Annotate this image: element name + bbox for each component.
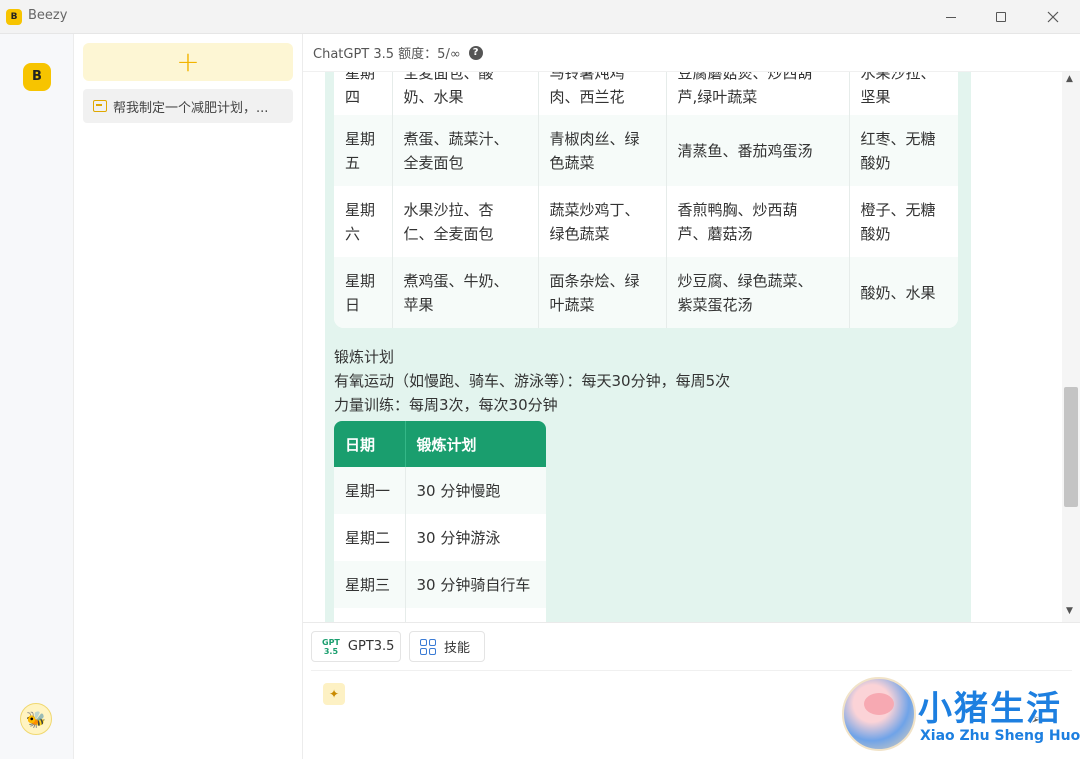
table-cell: 清蒸鱼、番茄鸡蛋汤: [666, 115, 850, 186]
table-cell: 星期 六: [334, 186, 393, 257]
table-cell: 30 分钟打羽毛球: [405, 608, 546, 622]
left-rail: B 🐝: [0, 34, 74, 759]
table-cell: 青椒肉丝、绿 色蔬菜: [538, 115, 667, 186]
table-cell: 马铃薯炖鸡 肉、西兰花: [538, 72, 667, 115]
grid-icon: [420, 638, 436, 655]
model-select-button[interactable]: GPT 3.5 GPT3.5: [311, 631, 401, 662]
assistant-message: 星期 四全麦面包、酸 奶、水果 马铃薯炖鸡 肉、西兰花 豆腐蘑菇煲、炒西葫 芦,绿叶…: [325, 72, 971, 622]
new-chat-button[interactable]: +: [83, 43, 293, 81]
table-row: 星期三 30 分钟骑自行车: [334, 561, 546, 608]
table-cell: 全麦面包、酸 奶、水果: [392, 72, 539, 115]
table-cell: 星期 四: [334, 72, 393, 115]
table-cell: 星期二: [334, 514, 406, 561]
table-cell: 煮鸡蛋、牛奶、 苹果: [392, 257, 539, 328]
meal-plan-table: 星期 四全麦面包、酸 奶、水果 马铃薯炖鸡 肉、西兰花 豆腐蘑菇煲、炒西葫 芦,绿叶…: [334, 72, 958, 328]
table-cell: 橙子、无糖 酸奶: [860, 200, 936, 243]
magic-wand-button[interactable]: ✦: [323, 683, 345, 705]
chat-area[interactable]: 星期 四全麦面包、酸 奶、水果 马铃薯炖鸡 肉、西兰花 豆腐蘑菇煲、炒西葫 芦,绿叶…: [303, 72, 1062, 622]
exercise-plan-title: 锻炼计划: [334, 348, 395, 366]
table-cell: 水果沙拉、杏 仁、全麦面包: [392, 186, 539, 257]
table-cell: 红枣、无糖 酸奶: [849, 115, 958, 186]
table-cell: 星期四: [334, 608, 406, 622]
table-cell: 星期三: [334, 561, 406, 608]
conversation-title: 帮我制定一个减肥计划，...: [113, 100, 269, 116]
skills-label: 技能: [444, 641, 471, 656]
table-cell: 面条杂烩、绿 叶蔬菜: [538, 257, 667, 328]
aerobic-text: 有氧运动（如慢跑、骑车、游泳等）：每天30分钟，每周5次: [334, 372, 731, 390]
table-header: 锻炼计划: [405, 421, 546, 467]
help-icon[interactable]: ?: [468, 45, 483, 60]
conversation-item[interactable]: 帮我制定一个减肥计划，...: [83, 89, 293, 123]
watermark-subtitle: Xiao Zhu Sheng Huo: [920, 728, 1080, 744]
table-cell: 酸奶、水果: [849, 257, 958, 328]
pig-mascot-icon: [842, 677, 916, 751]
app-title: Beezy: [28, 8, 68, 23]
conversation-list: + 帮我制定一个减肥计划，...: [74, 34, 303, 759]
scrollbar[interactable]: ▲ ▼: [1062, 72, 1080, 622]
table-cell: 炒豆腐、绿色蔬菜、 紫菜蛋花汤: [666, 257, 850, 328]
minimize-icon: [946, 16, 956, 18]
table-cell: 星期 日: [334, 257, 393, 328]
table-cell: 30 分钟骑自行车: [405, 561, 546, 608]
table-row: 星期一 30 分钟慢跑: [334, 467, 546, 514]
user-avatar[interactable]: 🐝: [20, 703, 52, 735]
maximize-button[interactable]: [978, 0, 1024, 34]
skills-button[interactable]: 技能: [409, 631, 485, 662]
watermark-title: 小猪生活: [918, 689, 1062, 729]
table-header: 日期: [334, 421, 406, 467]
scroll-thumb[interactable]: [1064, 387, 1078, 507]
table-cell: 豆腐蘑菇煲、炒西葫 芦,绿叶蔬菜: [666, 72, 850, 115]
main-panel: ChatGPT 3.5 额度：5/∞ ? 星期 四全麦面包、酸 奶、水果 马铃薯炖…: [303, 34, 1080, 759]
scroll-down-icon[interactable]: ▼: [1066, 606, 1073, 616]
magic-wand-icon: ✦: [328, 687, 340, 701]
title-bar: B Beezy: [0, 0, 1080, 34]
gpt-icon: GPT 3.5: [322, 637, 340, 656]
table-cell: 蔬菜炒鸡丁、 绿色蔬菜: [538, 186, 667, 257]
table-row: 星期 六水果沙拉、杏 仁、全麦面包 蔬菜炒鸡丁、 绿色蔬菜 香煎鸭胸、炒西葫 芦、蘑…: [334, 186, 958, 257]
table-row: 星期 日煮鸡蛋、牛奶、 苹果 面条杂烩、绿 叶蔬菜 炒豆腐、绿色蔬菜、 紫菜蛋花汤酸…: [334, 257, 958, 328]
model-quota-bar: ChatGPT 3.5 额度：5/∞ ?: [303, 34, 1080, 72]
scroll-up-icon[interactable]: ▲: [1066, 74, 1073, 84]
close-button[interactable]: [1030, 0, 1076, 34]
model-label: GPT3.5: [347, 639, 395, 654]
exercise-table: 日期 锻炼计划 星期一 30 分钟慢跑 星期二 30 分钟游泳 星期三 30 分钟骑自行车…: [334, 421, 546, 622]
table-cell: 星期一: [334, 467, 406, 514]
close-icon: [1047, 11, 1059, 23]
table-row: 星期 五煮蛋、蔬菜汁、 全麦面包 青椒肉丝、绿 色蔬菜 清蒸鱼、番茄鸡蛋汤 红枣、无糖…: [334, 115, 958, 186]
minimize-button[interactable]: [928, 0, 974, 34]
app-logo-icon: B: [6, 9, 22, 25]
maximize-icon: [996, 12, 1006, 22]
plus-icon: +: [176, 45, 200, 78]
table-row: 星期 四全麦面包、酸 奶、水果 马铃薯炖鸡 肉、西兰花 豆腐蘑菇煲、炒西葫 芦,绿叶…: [334, 72, 958, 115]
table-cell: 星期 五: [334, 115, 393, 186]
table-cell: 香煎鸭胸、炒西葫 芦、蘑菇汤: [666, 186, 850, 257]
table-cell: 30 分钟慢跑: [405, 467, 546, 514]
strength-text: 力量训练：每周3次，每次30分钟: [334, 396, 558, 414]
tool-row: GPT 3.5 GPT3.5 技能: [303, 622, 1080, 666]
app-logo-icon[interactable]: B: [23, 63, 51, 91]
table-cell: 30 分钟游泳: [405, 514, 546, 561]
table-row: 星期四30 分钟打羽毛球: [334, 608, 546, 622]
table-cell: 煮蛋、蔬菜汁、 全麦面包: [392, 115, 539, 186]
chat-icon: [93, 100, 107, 112]
model-quota-text: ChatGPT 3.5 额度：5/∞: [313, 47, 461, 62]
table-row: 星期二 30 分钟游泳: [334, 514, 546, 561]
table-cell: 水果沙拉、 坚果: [860, 72, 936, 106]
